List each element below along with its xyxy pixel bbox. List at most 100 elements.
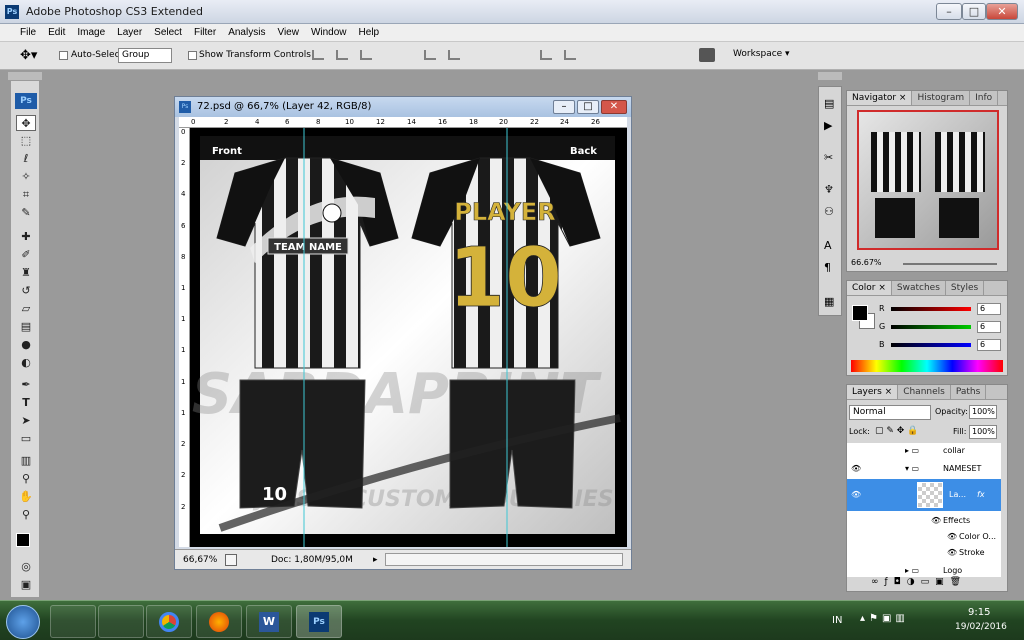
layer-row[interactable]: 👁 ▾ ▭ NAMESET <box>847 461 1001 477</box>
zoom-field[interactable]: 66,67% <box>183 550 217 570</box>
menu-filter[interactable]: Filter <box>188 27 222 38</box>
hand-tool-icon[interactable]: ✋ <box>16 489 36 505</box>
screen-mode-icon[interactable]: ▣ <box>16 577 36 593</box>
tab-histogram[interactable]: Histogram <box>912 91 971 105</box>
menu-select[interactable]: Select <box>148 27 188 38</box>
quick-mask-icon[interactable]: ◎ <box>16 559 36 575</box>
brushes-panel-icon[interactable]: ♆ <box>824 183 834 196</box>
show-transform-checkbox[interactable] <box>188 51 197 60</box>
channel-g-value[interactable]: 6 <box>977 321 1001 333</box>
document-canvas[interactable]: Front Back TEAM NAME PLAYER 10 SABDAPRIN… <box>190 128 627 547</box>
doc-maximize-button[interactable]: □ <box>577 100 599 114</box>
brush-tool-icon[interactable]: ✐ <box>16 247 36 263</box>
firefox-taskbar-icon[interactable] <box>196 605 242 638</box>
horizontal-ruler[interactable]: 0 2 4 6 8 10 12 14 16 18 20 22 24 26 <box>179 117 627 128</box>
document-title[interactable]: Ps 72.psd @ 66,7% (Layer 42, RGB/8) – □ … <box>175 97 631 117</box>
lock-icons[interactable]: ▢ ✎ ✥ 🔒 <box>875 426 918 436</box>
doc-close-button[interactable]: ✕ <box>601 100 627 114</box>
status-arrow-icon[interactable]: ▸ <box>373 550 378 570</box>
tab-color[interactable]: Color × <box>847 281 892 295</box>
navigator-zoom[interactable]: 66.67% <box>851 258 882 267</box>
layer-row[interactable]: ▸ ▭ Logo <box>847 563 1001 577</box>
panel-dock-header[interactable] <box>818 72 842 80</box>
tab-channels[interactable]: Channels <box>898 385 951 399</box>
distribute-left-icon[interactable] <box>540 50 552 60</box>
paragraph-panel-icon[interactable]: ¶ <box>824 261 831 274</box>
lasso-tool-icon[interactable]: ℓ <box>16 151 36 167</box>
layer-comps-icon[interactable]: ▦ <box>824 295 834 308</box>
fill-field[interactable]: 100% <box>969 425 997 439</box>
layer-row-selected[interactable]: 👁 La... fx <box>847 479 1001 511</box>
menu-help[interactable]: Help <box>353 27 386 38</box>
menu-file[interactable]: File <box>14 27 42 38</box>
distribute-top-icon[interactable] <box>424 50 436 60</box>
channel-r-value[interactable]: 6 <box>977 303 1001 315</box>
menu-image[interactable]: Image <box>71 27 111 38</box>
align-bottom-icon[interactable] <box>360 50 372 60</box>
effect-row[interactable]: 👁 Color O... <box>847 529 1001 545</box>
status-menu-icon[interactable] <box>225 554 237 566</box>
color-spectrum-bar[interactable] <box>851 360 1003 372</box>
channel-b-value[interactable]: 6 <box>977 339 1001 351</box>
character-panel-icon[interactable]: A <box>824 239 832 252</box>
toolbox-header[interactable] <box>8 72 42 80</box>
distribute-hcenter-icon[interactable] <box>564 50 576 60</box>
layers-footer-buttons[interactable]: ∞ƒ◘◑▭▣🗑 <box>847 577 1007 591</box>
navigator-zoom-slider[interactable] <box>903 263 997 265</box>
distribute-vcenter-icon[interactable] <box>448 50 460 60</box>
effect-row[interactable]: 👁 Stroke <box>847 545 1001 561</box>
history-brush-icon[interactable]: ↺ <box>16 283 36 299</box>
zoom-tool-icon[interactable]: ⚲ <box>16 507 36 523</box>
path-selection-icon[interactable]: ➤ <box>16 413 36 429</box>
menu-window[interactable]: Window <box>305 27 353 38</box>
stamp-tool-icon[interactable]: ♜ <box>16 265 36 281</box>
tool-presets-icon[interactable]: ✂ <box>824 151 833 164</box>
tray-icons[interactable]: ▴⚑▣▥ <box>860 613 909 624</box>
layer-row[interactable]: ▸ ▭ collar <box>847 443 1001 459</box>
menu-layer[interactable]: Layer <box>111 27 148 38</box>
tab-navigator[interactable]: Navigator × <box>847 91 913 105</box>
align-vcenter-icon[interactable] <box>336 50 348 60</box>
clock-time[interactable]: 9:15 <box>968 607 990 618</box>
eraser-tool-icon[interactable]: ▱ <box>16 301 36 317</box>
slice-tool-icon[interactable]: ✎ <box>16 205 36 221</box>
doc-minimize-button[interactable]: – <box>553 100 575 114</box>
crop-tool-icon[interactable]: ⌗ <box>16 187 36 203</box>
tab-swatches[interactable]: Swatches <box>892 281 946 295</box>
tab-layers[interactable]: Layers × <box>847 385 899 399</box>
history-panel-icon[interactable]: ▤ <box>824 97 834 110</box>
chrome-taskbar-icon[interactable] <box>146 605 192 638</box>
menu-view[interactable]: View <box>271 27 305 38</box>
clock-date[interactable]: 19/02/2016 <box>955 622 1007 632</box>
blend-mode-dropdown[interactable]: Normal <box>849 405 931 420</box>
marquee-tool-icon[interactable]: ⬚ <box>16 133 36 149</box>
healing-brush-icon[interactable]: ✚ <box>16 229 36 245</box>
actions-panel-icon[interactable]: ▶ <box>824 119 832 132</box>
magic-wand-tool-icon[interactable]: ✧ <box>16 169 36 185</box>
notes-tool-icon[interactable]: ▥ <box>16 453 36 469</box>
opacity-field[interactable]: 100% <box>969 405 997 419</box>
menu-edit[interactable]: Edit <box>42 27 71 38</box>
bridge-icon[interactable] <box>699 48 715 62</box>
channel-r-slider[interactable] <box>891 307 971 311</box>
auto-select-checkbox[interactable] <box>59 51 68 60</box>
channel-b-slider[interactable] <box>891 343 971 347</box>
tab-styles[interactable]: Styles <box>946 281 985 295</box>
media-player-taskbar-icon[interactable] <box>98 605 144 638</box>
photoshop-taskbar-icon[interactable]: Ps <box>296 605 342 638</box>
auto-select-dropdown[interactable]: Group <box>118 48 172 63</box>
channel-g-slider[interactable] <box>891 325 971 329</box>
language-indicator[interactable]: IN <box>832 615 842 626</box>
minimize-button[interactable]: – <box>936 3 962 20</box>
eyedropper-tool-icon[interactable]: ⚲ <box>16 471 36 487</box>
explorer-taskbar-icon[interactable] <box>50 605 96 638</box>
menu-analysis[interactable]: Analysis <box>222 27 271 38</box>
move-tool-preset-icon[interactable]: ✥▾ <box>20 48 37 63</box>
start-button[interactable] <box>6 605 40 639</box>
maximize-button[interactable]: □ <box>962 3 986 20</box>
close-button[interactable]: ✕ <box>986 3 1018 20</box>
type-tool-icon[interactable]: T <box>16 395 36 411</box>
blur-tool-icon[interactable]: ● <box>16 337 36 353</box>
vertical-ruler[interactable]: 0 2 4 6 8 1 1 1 1 1 2 2 2 <box>179 128 190 547</box>
tab-paths[interactable]: Paths <box>951 385 987 399</box>
